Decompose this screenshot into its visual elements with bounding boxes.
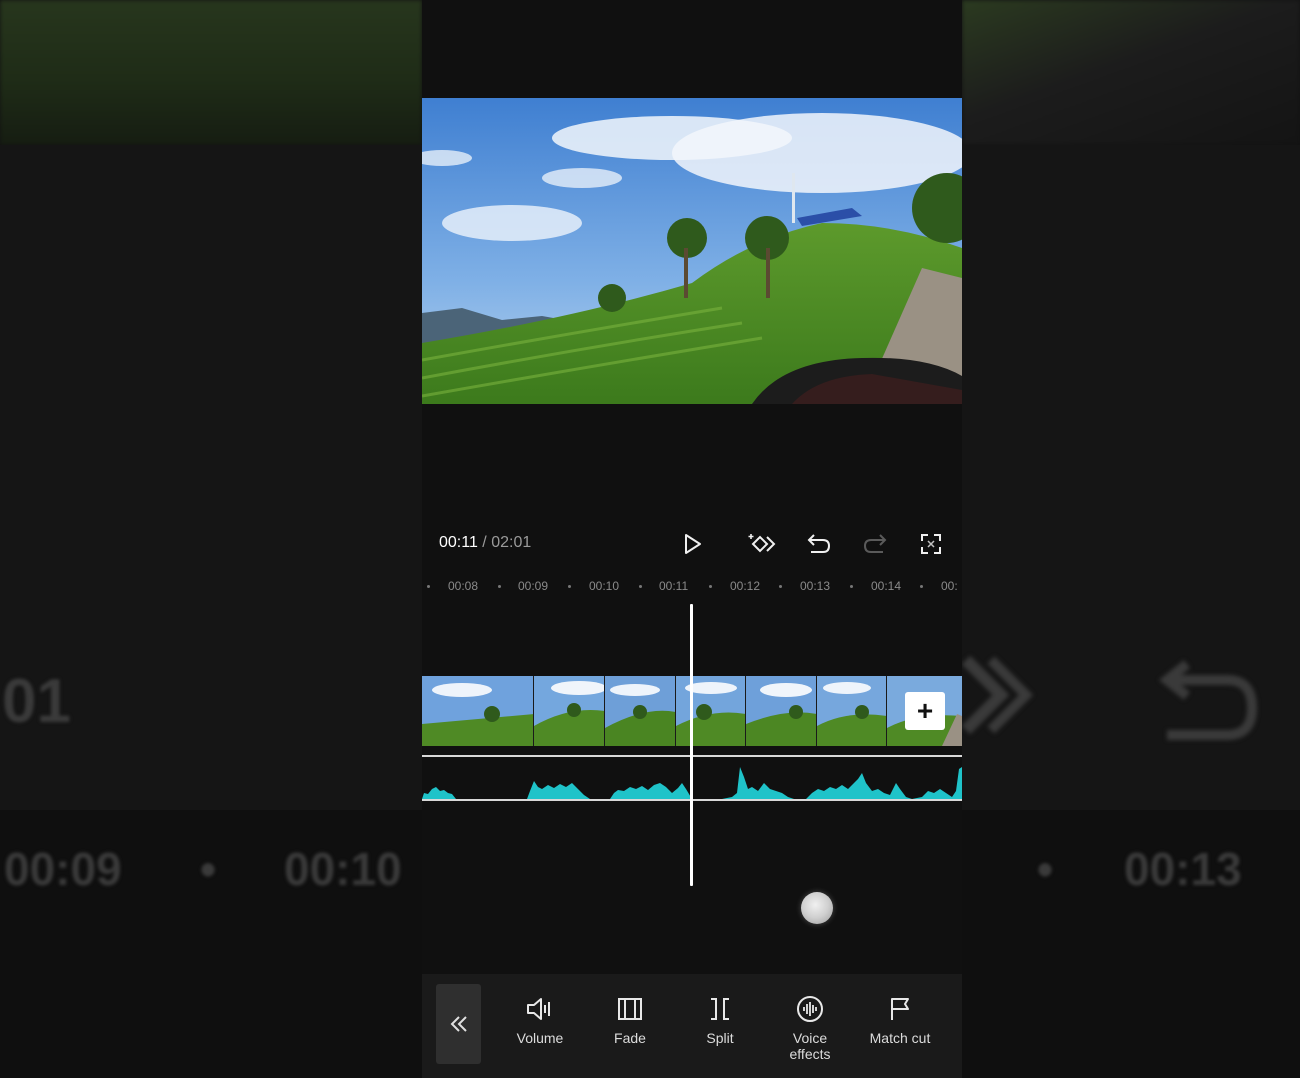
- keyframe-button[interactable]: [747, 529, 777, 559]
- voice-effects-tool[interactable]: Voice effects: [765, 994, 855, 1062]
- ghost-undo-icon: [1158, 660, 1258, 740]
- clip-thumbnail: [605, 676, 676, 746]
- current-time: 00:11: [439, 534, 478, 551]
- undo-icon: [807, 534, 831, 553]
- volume-tool[interactable]: Volume: [495, 994, 585, 1046]
- ruler-tick: 00:14: [871, 579, 902, 593]
- blurred-video-top: [0, 0, 422, 145]
- split-label: Split: [706, 1030, 734, 1046]
- timeline-ruler[interactable]: 00:08 00:09 00:10 00:11 00:12 00:13 00:1…: [422, 574, 962, 598]
- video-editor-screen: 00:11 / 02:01 00:08 00:09 00:10 00:11 00…: [422, 0, 962, 1078]
- match-cut-tool[interactable]: Match cut: [855, 994, 945, 1046]
- ghost-tick-dot: •: [1037, 843, 1054, 895]
- keyframe-icon: [748, 534, 776, 553]
- blurred-video-top: [962, 0, 1300, 145]
- voice-effects-label: Voice effects: [789, 1030, 831, 1062]
- redo-icon: [863, 534, 887, 553]
- preview-frame-image: [422, 98, 962, 404]
- fade-icon: [615, 994, 645, 1024]
- play-button[interactable]: [677, 529, 707, 559]
- ruler-tick: 00:: [941, 579, 958, 593]
- fade-label: Fade: [614, 1030, 646, 1046]
- ruler-tick: 00:12: [730, 579, 761, 593]
- timecode: 00:11 / 02:01: [439, 534, 532, 551]
- playback-controls: 00:11 / 02:01: [422, 520, 962, 568]
- fade-tool[interactable]: Fade: [585, 994, 675, 1046]
- clip-thumbnail: [676, 676, 746, 746]
- ghost-tick-3: 00:13: [1124, 843, 1242, 895]
- total-time: 02:01: [491, 534, 532, 551]
- ruler-tick: 00:09: [518, 579, 549, 593]
- volume-label: Volume: [516, 1030, 564, 1046]
- clip-thumbnail: [534, 676, 605, 746]
- audio-edit-toolbar: Volume Fade Split Voice effects Match cu: [422, 974, 962, 1078]
- ruler-tick: 00:10: [589, 579, 620, 593]
- ghost-tick-1: 00:09: [4, 843, 122, 895]
- background-right-blur: • 00:13: [962, 0, 1300, 1078]
- clip-thumbnail: [746, 676, 817, 746]
- background-left-blur: 01 00:09 • 00:10: [0, 0, 422, 1078]
- ruler-tick: 00:13: [800, 579, 831, 593]
- ghost-tick-2: 00:10: [284, 843, 402, 895]
- match-cut-label: Match cut: [869, 1030, 931, 1046]
- split-tool[interactable]: Split: [675, 994, 765, 1046]
- ghost-tick-dot: •: [200, 843, 217, 895]
- fullscreen-icon: [921, 534, 941, 554]
- fullscreen-button[interactable]: [916, 529, 946, 559]
- ruler-tick: 00:11: [659, 579, 689, 593]
- clip-thumbnail: [817, 676, 887, 746]
- undo-button[interactable]: [804, 529, 834, 559]
- voice-effects-icon: [795, 994, 825, 1024]
- clip-thumbnail: [422, 676, 534, 746]
- plus-icon: +: [916, 695, 934, 726]
- ghost-time-fragment: 01: [2, 667, 71, 736]
- split-icon: [705, 994, 735, 1024]
- add-clip-button[interactable]: +: [905, 692, 945, 730]
- touch-indicator: [801, 892, 833, 924]
- redo-button[interactable]: [860, 529, 890, 559]
- volume-icon: [525, 994, 555, 1024]
- video-preview[interactable]: [422, 98, 962, 404]
- ghost-keyframe-icon: [962, 655, 1034, 735]
- match-cut-icon: [885, 994, 915, 1024]
- playhead-cursor[interactable]: [690, 604, 693, 886]
- back-button[interactable]: [436, 984, 481, 1064]
- play-icon: [685, 534, 701, 554]
- ruler-tick: 00:08: [448, 579, 479, 593]
- double-chevron-left-icon: [450, 1016, 467, 1032]
